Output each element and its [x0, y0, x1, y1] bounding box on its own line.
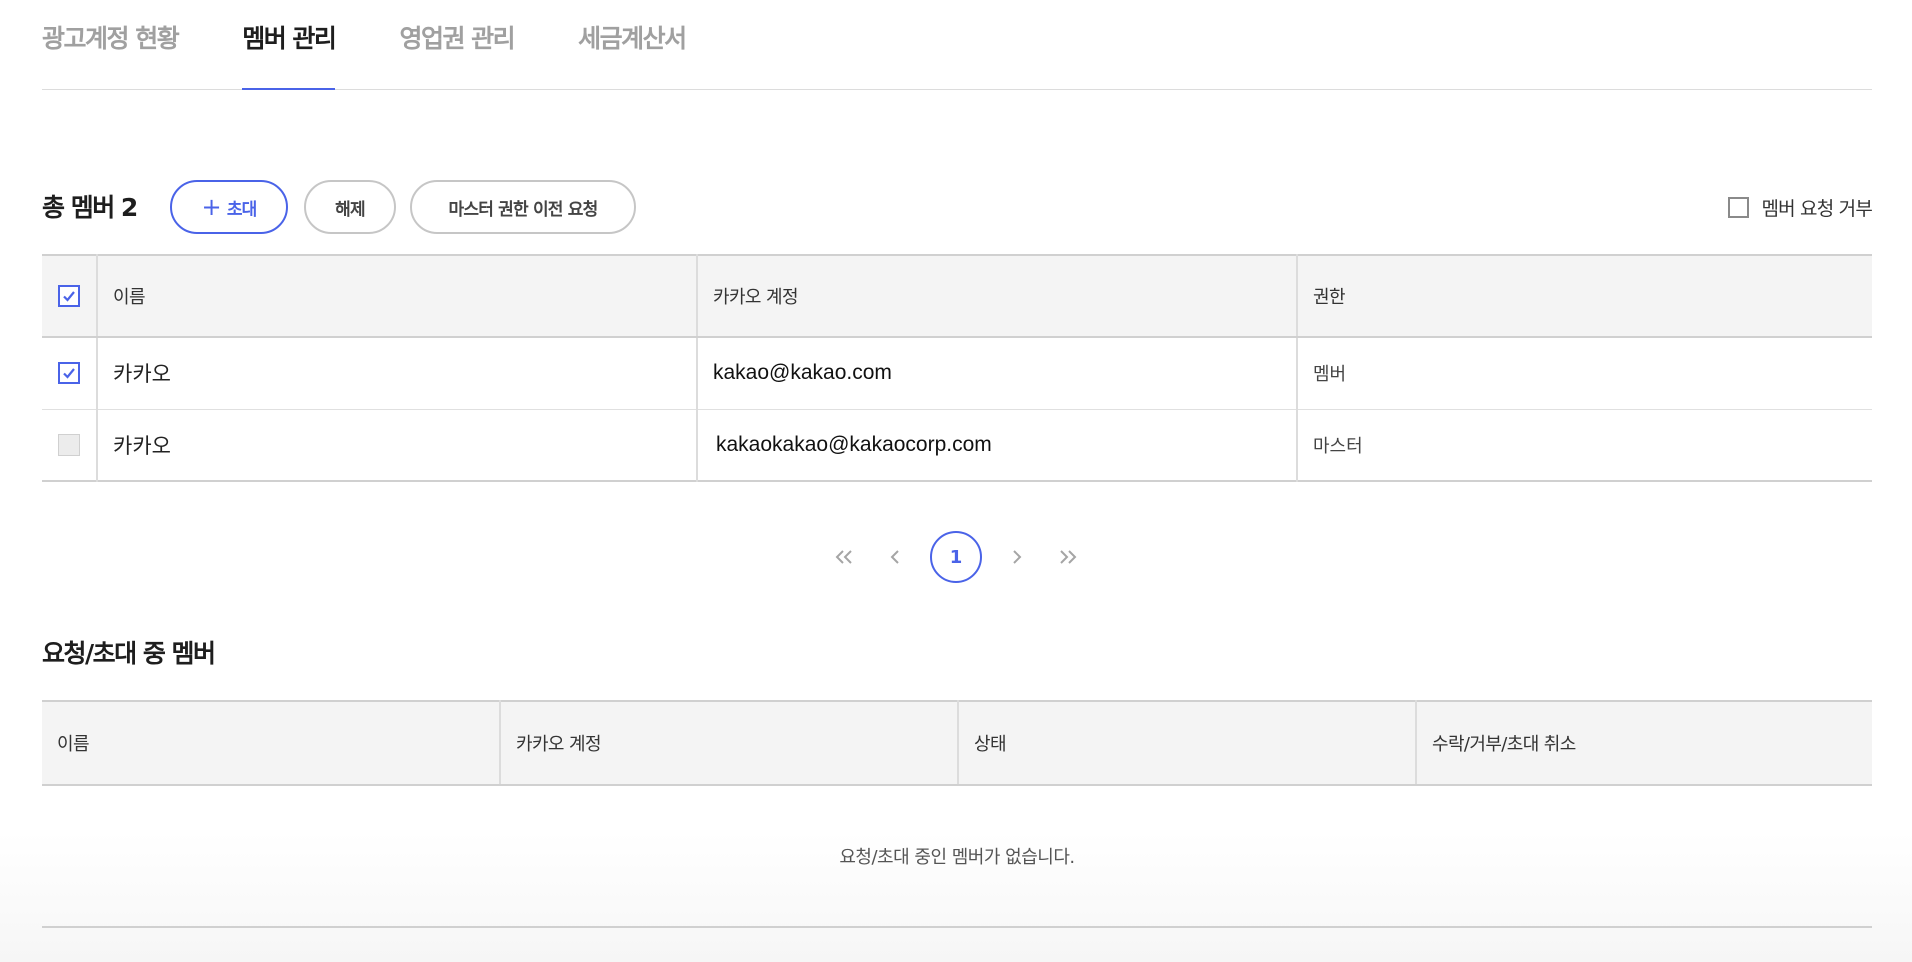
row-checkbox-disabled — [58, 433, 80, 456]
pagination: 1 — [0, 529, 1912, 585]
row-select-cell — [42, 337, 97, 409]
members-table-header: 이름 카카오 계정 권한 — [42, 255, 1872, 338]
check-icon — [63, 291, 75, 302]
table-row: 카카오 kakao@kakao.com 멤버 — [42, 337, 1872, 409]
last-page-icon[interactable] — [1042, 532, 1092, 582]
tab-sales-rights[interactable]: 영업권 관리 — [399, 0, 515, 89]
plus-icon: + — [201, 193, 222, 221]
column-header-name: 이름 — [96, 255, 697, 338]
member-name: 카카오 — [96, 337, 697, 409]
reject-requests-checkbox[interactable] — [1728, 197, 1750, 218]
transfer-master-label: 마스터 권한 이전 요청 — [448, 199, 599, 220]
row-checkbox[interactable] — [58, 362, 80, 385]
table-row: 카카오 kakaokakao@kakaocorp.com 마스터 — [42, 408, 1872, 481]
member-role: 멤버 — [1296, 337, 1872, 409]
tab-member-management[interactable]: 멤버 관리 — [242, 0, 337, 90]
pending-members-title: 요청/초대 중 멤버 — [42, 639, 216, 668]
member-account: kakao@kakao.com — [696, 337, 1297, 409]
member-name: 카카오 — [96, 408, 697, 481]
column-header-account: 카카오 계정 — [499, 701, 958, 786]
invite-label: 초대 — [226, 199, 257, 220]
tab-tax-invoice[interactable]: 세금계산서 — [578, 0, 687, 89]
prev-page-icon[interactable] — [870, 532, 920, 582]
reject-requests-toggle[interactable]: 멤버 요청 거부 — [1728, 194, 1873, 221]
column-header-name: 이름 — [42, 701, 500, 786]
column-header-actions: 수락/거부/초대 취소 — [1415, 701, 1872, 786]
select-all-checkbox[interactable] — [58, 285, 80, 307]
release-button[interactable]: 해제 — [304, 180, 396, 234]
page-1-button[interactable]: 1 — [930, 531, 982, 583]
member-account: kakaokakao@kakaocorp.com — [696, 408, 1297, 481]
tab-ad-account-status[interactable]: 광고계정 현황 — [42, 0, 180, 89]
next-page-icon[interactable] — [992, 532, 1042, 582]
check-icon — [63, 368, 75, 379]
empty-message: 요청/초대 중인 멤버가 없습니다. — [839, 847, 1075, 868]
select-all-cell — [42, 255, 97, 338]
column-header-role: 권한 — [1296, 255, 1872, 338]
column-header-account: 카카오 계정 — [696, 255, 1297, 338]
column-header-status: 상태 — [957, 701, 1416, 786]
transfer-master-button[interactable]: 마스터 권한 이전 요청 — [410, 180, 636, 234]
members-table: 이름 카카오 계정 권한 카카오 kakao@kakao.com 멤버 카카오 … — [42, 254, 1872, 482]
members-count-title: 총 멤버 2 — [42, 193, 138, 222]
member-role: 마스터 — [1296, 408, 1872, 481]
release-label: 해제 — [335, 199, 365, 220]
row-select-cell — [42, 408, 97, 481]
pending-members-table: 이름 카카오 계정 상태 수락/거부/초대 취소 요청/초대 중인 멤버가 없습… — [42, 700, 1872, 928]
invite-button[interactable]: + 초대 — [170, 180, 288, 234]
reject-requests-label: 멤버 요청 거부 — [1761, 198, 1872, 220]
tab-bar: 광고계정 현황 멤버 관리 영업권 관리 세금계산서 — [42, 0, 1872, 90]
first-page-icon[interactable] — [820, 532, 870, 582]
members-header: 총 멤버 2 + 초대 해제 마스터 권한 이전 요청 멤버 요청 거부 — [42, 180, 1873, 236]
pending-table-header: 이름 카카오 계정 상태 수락/거부/초대 취소 — [42, 701, 1872, 786]
empty-row: 요청/초대 중인 멤버가 없습니다. — [42, 785, 1872, 927]
